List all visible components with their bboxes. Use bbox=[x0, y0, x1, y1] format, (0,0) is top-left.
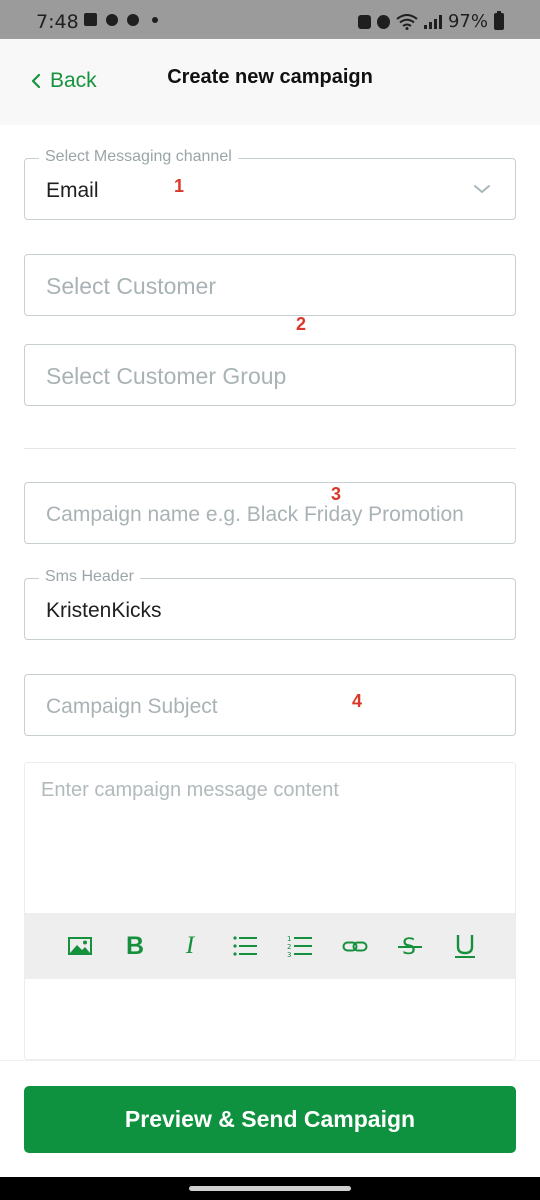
battery-icon bbox=[494, 11, 504, 30]
svg-text:2: 2 bbox=[287, 943, 291, 951]
status-bar: 7:48 97% bbox=[0, 0, 540, 39]
bullet-list-button[interactable] bbox=[232, 933, 258, 959]
formatting-toolbar: B I 1 2 3 S bbox=[25, 913, 515, 979]
alarm-icon bbox=[376, 14, 390, 29]
chevron-down-icon[interactable] bbox=[473, 183, 491, 195]
gallery-notification-icon bbox=[84, 13, 97, 26]
italic-button[interactable]: I bbox=[177, 932, 203, 959]
status-time: 7:48 bbox=[36, 11, 79, 33]
bold-icon: B bbox=[125, 931, 145, 960]
more-notifications-icon bbox=[152, 16, 158, 23]
link-button[interactable] bbox=[342, 933, 368, 959]
chat-notification-icon bbox=[127, 13, 139, 26]
image-icon bbox=[68, 937, 92, 955]
marker-1: 1 bbox=[174, 176, 185, 196]
svg-text:1: 1 bbox=[287, 935, 291, 943]
home-indicator[interactable] bbox=[189, 1186, 351, 1191]
campaign-name-input[interactable]: Campaign name e.g. Black Friday Promotio… bbox=[24, 482, 516, 544]
app-header: Back Create new campaign bbox=[0, 39, 540, 125]
select-customer-placeholder: Select Customer bbox=[46, 273, 217, 299]
bullet-list-icon bbox=[233, 936, 257, 956]
campaign-subject-placeholder: Campaign Subject bbox=[46, 695, 218, 718]
select-customer-group-field[interactable]: Select Customer Group bbox=[24, 344, 516, 406]
signal-icon bbox=[423, 14, 442, 29]
underline-button[interactable] bbox=[452, 933, 478, 959]
marker-3: 3 bbox=[331, 484, 342, 504]
messaging-channel-select[interactable]: Select Messaging channel Email bbox=[24, 148, 516, 220]
lock-icon bbox=[357, 14, 371, 29]
messaging-channel-value: Email bbox=[46, 179, 99, 202]
messaging-channel-legend: Select Messaging channel bbox=[39, 148, 238, 166]
strikethrough-button[interactable]: S bbox=[397, 933, 423, 959]
numbered-list-button[interactable]: 1 2 3 bbox=[287, 933, 313, 959]
select-customer-group-placeholder: Select Customer Group bbox=[46, 363, 287, 389]
italic-icon: I bbox=[185, 932, 195, 959]
battery-percent: 97% bbox=[447, 11, 488, 32]
preview-send-campaign-button[interactable]: Preview & Send Campaign bbox=[24, 1086, 516, 1153]
link-icon bbox=[342, 941, 368, 952]
select-customer-field[interactable]: Select Customer bbox=[24, 254, 516, 316]
strikethrough-icon: S bbox=[398, 935, 422, 959]
campaign-name-placeholder: Campaign name e.g. Black Friday Promotio… bbox=[46, 503, 464, 526]
sms-header-legend: Sms Header bbox=[39, 568, 140, 586]
marker-4: 4 bbox=[352, 691, 363, 711]
system-icons: 97% bbox=[357, 11, 504, 32]
message-placeholder: Enter campaign message content bbox=[41, 779, 339, 801]
app-notification-icon bbox=[106, 13, 118, 26]
insert-image-button[interactable] bbox=[67, 933, 93, 959]
svg-text:3: 3 bbox=[287, 951, 291, 959]
sms-header-value: KristenKicks bbox=[46, 599, 162, 622]
message-editor[interactable]: Enter campaign message content B I 1 2 3… bbox=[24, 762, 516, 1060]
underline-icon bbox=[455, 935, 475, 958]
notification-icons bbox=[84, 13, 158, 26]
campaign-subject-input[interactable]: Campaign Subject bbox=[24, 674, 516, 736]
system-navigation-bar bbox=[0, 1177, 540, 1200]
numbered-list-icon: 1 2 3 bbox=[287, 935, 312, 959]
divider bbox=[24, 448, 516, 449]
bold-button[interactable]: B bbox=[122, 931, 148, 960]
sms-header-input[interactable]: Sms Header KristenKicks bbox=[24, 568, 516, 640]
wifi-icon bbox=[396, 13, 418, 30]
marker-2: 2 bbox=[296, 314, 307, 334]
page-title: Create new campaign bbox=[167, 66, 373, 88]
